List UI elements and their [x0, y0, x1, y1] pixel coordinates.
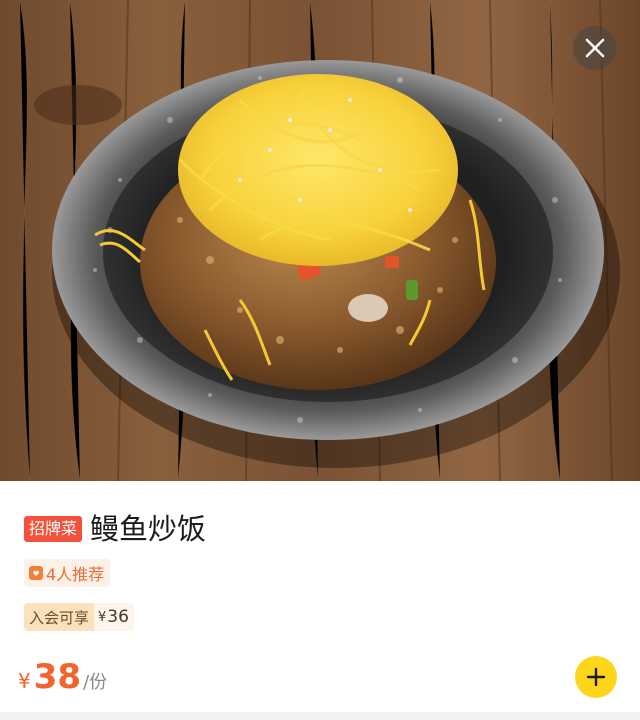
member-label: 入会可享 [24, 603, 95, 631]
member-price-tag: 入会可享 ¥36 [24, 603, 134, 631]
close-icon [585, 38, 605, 58]
price-unit: /份 [83, 672, 108, 693]
dish-photo-illustration [0, 0, 640, 481]
plus-icon [586, 667, 606, 687]
signature-badge: 招牌菜 [24, 516, 83, 542]
dish-details: 招牌菜 鳗鱼炒饭 4人推荐 入会可享 ¥36 ¥ 38 /份 [0, 481, 640, 720]
member-currency: ¥ [98, 609, 107, 625]
member-price-value: 36 [107, 607, 129, 627]
recommend-text: 4人推荐 [46, 565, 105, 584]
recommend-icon [29, 566, 43, 580]
price-currency: ¥ [18, 669, 31, 693]
dish-photo [0, 0, 640, 481]
close-button[interactable] [573, 26, 617, 70]
price-value: 38 [33, 657, 82, 697]
price: ¥ 38 /份 [18, 657, 107, 697]
member-price: ¥36 [94, 603, 134, 631]
title-row: 招牌菜 鳗鱼炒饭 [24, 513, 206, 545]
recommend-tag: 4人推荐 [24, 559, 111, 587]
add-to-cart-button[interactable] [575, 656, 617, 698]
bottom-divider [0, 712, 640, 720]
dish-name: 鳗鱼炒饭 [90, 512, 207, 546]
